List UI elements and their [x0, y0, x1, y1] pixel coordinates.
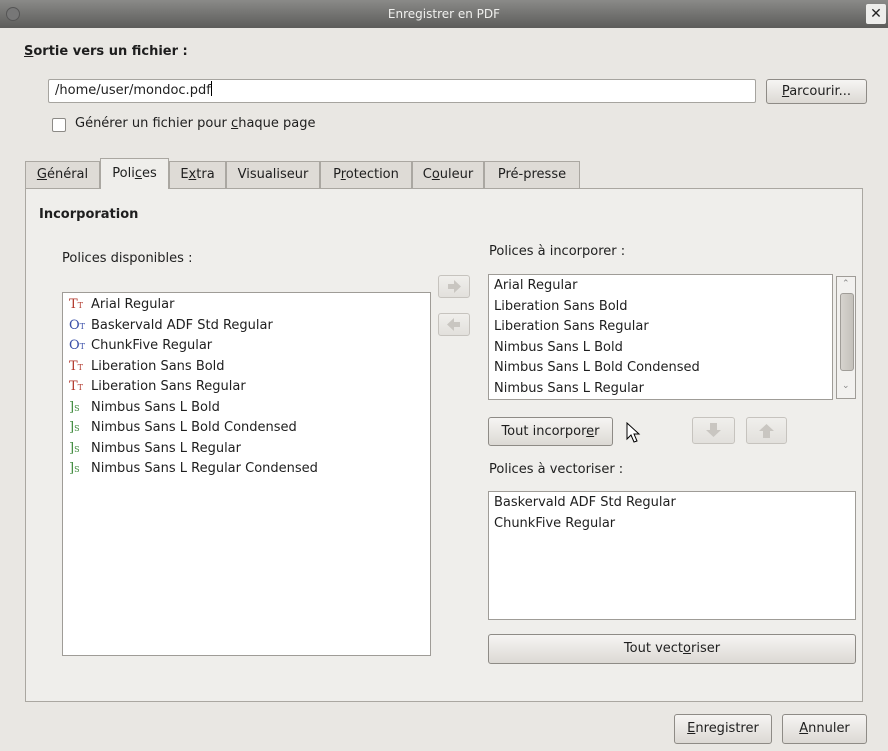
available-fonts-label: Polices disponibles :: [62, 251, 193, 266]
move-up-button[interactable]: [746, 417, 787, 444]
embed-font-item[interactable]: Nimbus Sans L Bold Condensed: [494, 358, 700, 378]
move-down-button[interactable]: [692, 417, 735, 444]
available-font-item[interactable]: TT Liberation Sans Regular: [69, 377, 246, 397]
arrow-left-icon: [447, 318, 460, 331]
available-font-item[interactable]: TT Liberation Sans Bold: [69, 357, 225, 377]
embed-font-item[interactable]: Arial Regular: [494, 276, 577, 296]
tab-pre-presse[interactable]: Pré-presse: [484, 161, 580, 188]
embed-font-item[interactable]: Liberation Sans Regular: [494, 317, 649, 337]
postscript-font-icon: ]S: [69, 399, 80, 415]
truetype-font-icon: TT: [69, 297, 84, 312]
scroll-down-icon[interactable]: ⌄: [842, 381, 850, 391]
embed-fonts-label: Polices à incorporer :: [489, 244, 626, 259]
available-font-item[interactable]: ]S Nimbus Sans L Bold: [69, 398, 220, 418]
embed-font-item[interactable]: Nimbus Sans L Regular: [494, 379, 644, 399]
cancel-button[interactable]: Annuler: [782, 714, 867, 744]
move-right-button[interactable]: [438, 275, 470, 298]
available-font-name: Liberation Sans Regular: [91, 379, 246, 394]
vector-fonts-label: Polices à vectoriser :: [489, 462, 624, 477]
window-menu-icon[interactable]: [6, 7, 20, 21]
available-fonts-list[interactable]: TT Arial Regular OT Baskervald ADF Std Regu…: [62, 292, 431, 656]
postscript-font-icon: ]S: [69, 420, 80, 435]
opentype-font-icon: OT: [69, 317, 86, 333]
per-page-pre: Générer un fichier pour: [75, 116, 232, 131]
available-font-name: Nimbus Sans L Bold Condensed: [91, 420, 297, 435]
scroll-up-icon[interactable]: ⌃: [842, 279, 850, 289]
embed-font-item[interactable]: Nimbus Sans L Bold: [494, 338, 623, 358]
arrow-right-icon: [448, 280, 461, 293]
browse-button[interactable]: Parcourir...: [766, 79, 867, 104]
available-font-name: ChunkFive Regular: [91, 338, 213, 353]
available-font-name: Nimbus Sans L Regular Condensed: [91, 461, 318, 476]
tab-couleur[interactable]: Couleur: [412, 161, 484, 188]
available-font-item[interactable]: OT ChunkFive Regular: [69, 336, 212, 356]
tab-general[interactable]: Général: [25, 161, 100, 188]
vector-font-item[interactable]: Baskervald ADF Std Regular: [494, 493, 676, 513]
per-page-checkbox[interactable]: [52, 118, 66, 132]
available-font-name: Nimbus Sans L Regular: [91, 440, 241, 456]
window-title: Enregistrer en PDF: [387, 7, 501, 21]
embed-list-scrollbar[interactable]: ⌃ ⌄: [836, 276, 856, 399]
browse-label: arcourir...: [789, 84, 852, 99]
vectorize-all-button[interactable]: Tout vectoriser: [488, 634, 856, 664]
available-font-name: Liberation Sans Bold: [91, 358, 225, 374]
output-path-value: /home/user/mondoc.pdf: [55, 83, 211, 98]
save-button[interactable]: Enregistrer: [674, 714, 772, 744]
close-icon[interactable]: ✕: [866, 4, 886, 24]
scroll-thumb[interactable]: [840, 293, 854, 371]
section-title: Incorporation: [39, 207, 139, 222]
arrow-up-icon: [759, 424, 774, 438]
tab-visualiseur[interactable]: Visualiseur: [226, 161, 320, 188]
available-font-name: Arial Regular: [91, 297, 175, 312]
vector-font-item[interactable]: ChunkFive Regular: [494, 514, 615, 534]
postscript-font-icon: ]S: [69, 440, 80, 456]
output-heading: Sortie vers un fichier :: [24, 44, 188, 59]
arrow-down-icon: [706, 423, 721, 437]
window-titlebar: Enregistrer en PDF: [0, 0, 888, 28]
postscript-font-icon: ]S: [69, 461, 80, 476]
available-font-item[interactable]: TT Arial Regular: [69, 295, 174, 315]
available-font-item[interactable]: ]S Nimbus Sans L Regular: [69, 439, 241, 459]
vector-fonts-list[interactable]: Baskervald ADF Std Regular ChunkFive Regu…: [488, 491, 856, 620]
available-font-name: Nimbus Sans L Bold: [91, 399, 220, 415]
embed-fonts-list[interactable]: Arial Regular Liberation Sans Bold Liberat…: [488, 274, 833, 400]
output-heading-mnemonic: S: [24, 44, 34, 59]
tab-extra[interactable]: Extra: [169, 161, 226, 188]
mouse-cursor-icon: [626, 422, 641, 443]
opentype-font-icon: OT: [69, 338, 86, 353]
move-left-button[interactable]: [438, 313, 470, 336]
embed-all-button[interactable]: Tout incorporer: [488, 417, 613, 446]
text-cursor: [210, 81, 212, 96]
tab-polices[interactable]: Polices: [100, 158, 169, 189]
per-page-post: haque page: [238, 116, 316, 131]
tab-protection[interactable]: Protection: [320, 161, 412, 188]
per-page-label[interactable]: Générer un fichier pour chaque page: [75, 116, 316, 131]
truetype-font-icon: TT: [69, 358, 84, 374]
output-heading-text: ortie vers un fichier :: [33, 44, 188, 59]
available-font-name: Baskervald ADF Std Regular: [91, 317, 273, 333]
truetype-font-icon: TT: [69, 379, 84, 394]
available-font-item[interactable]: ]S Nimbus Sans L Regular Condensed: [69, 459, 318, 479]
embed-font-item[interactable]: Liberation Sans Bold: [494, 297, 628, 317]
output-path-input[interactable]: /home/user/mondoc.pdf: [48, 79, 756, 103]
available-font-item[interactable]: ]S Nimbus Sans L Bold Condensed: [69, 418, 297, 438]
available-font-item[interactable]: OT Baskervald ADF Std Regular: [69, 316, 273, 336]
